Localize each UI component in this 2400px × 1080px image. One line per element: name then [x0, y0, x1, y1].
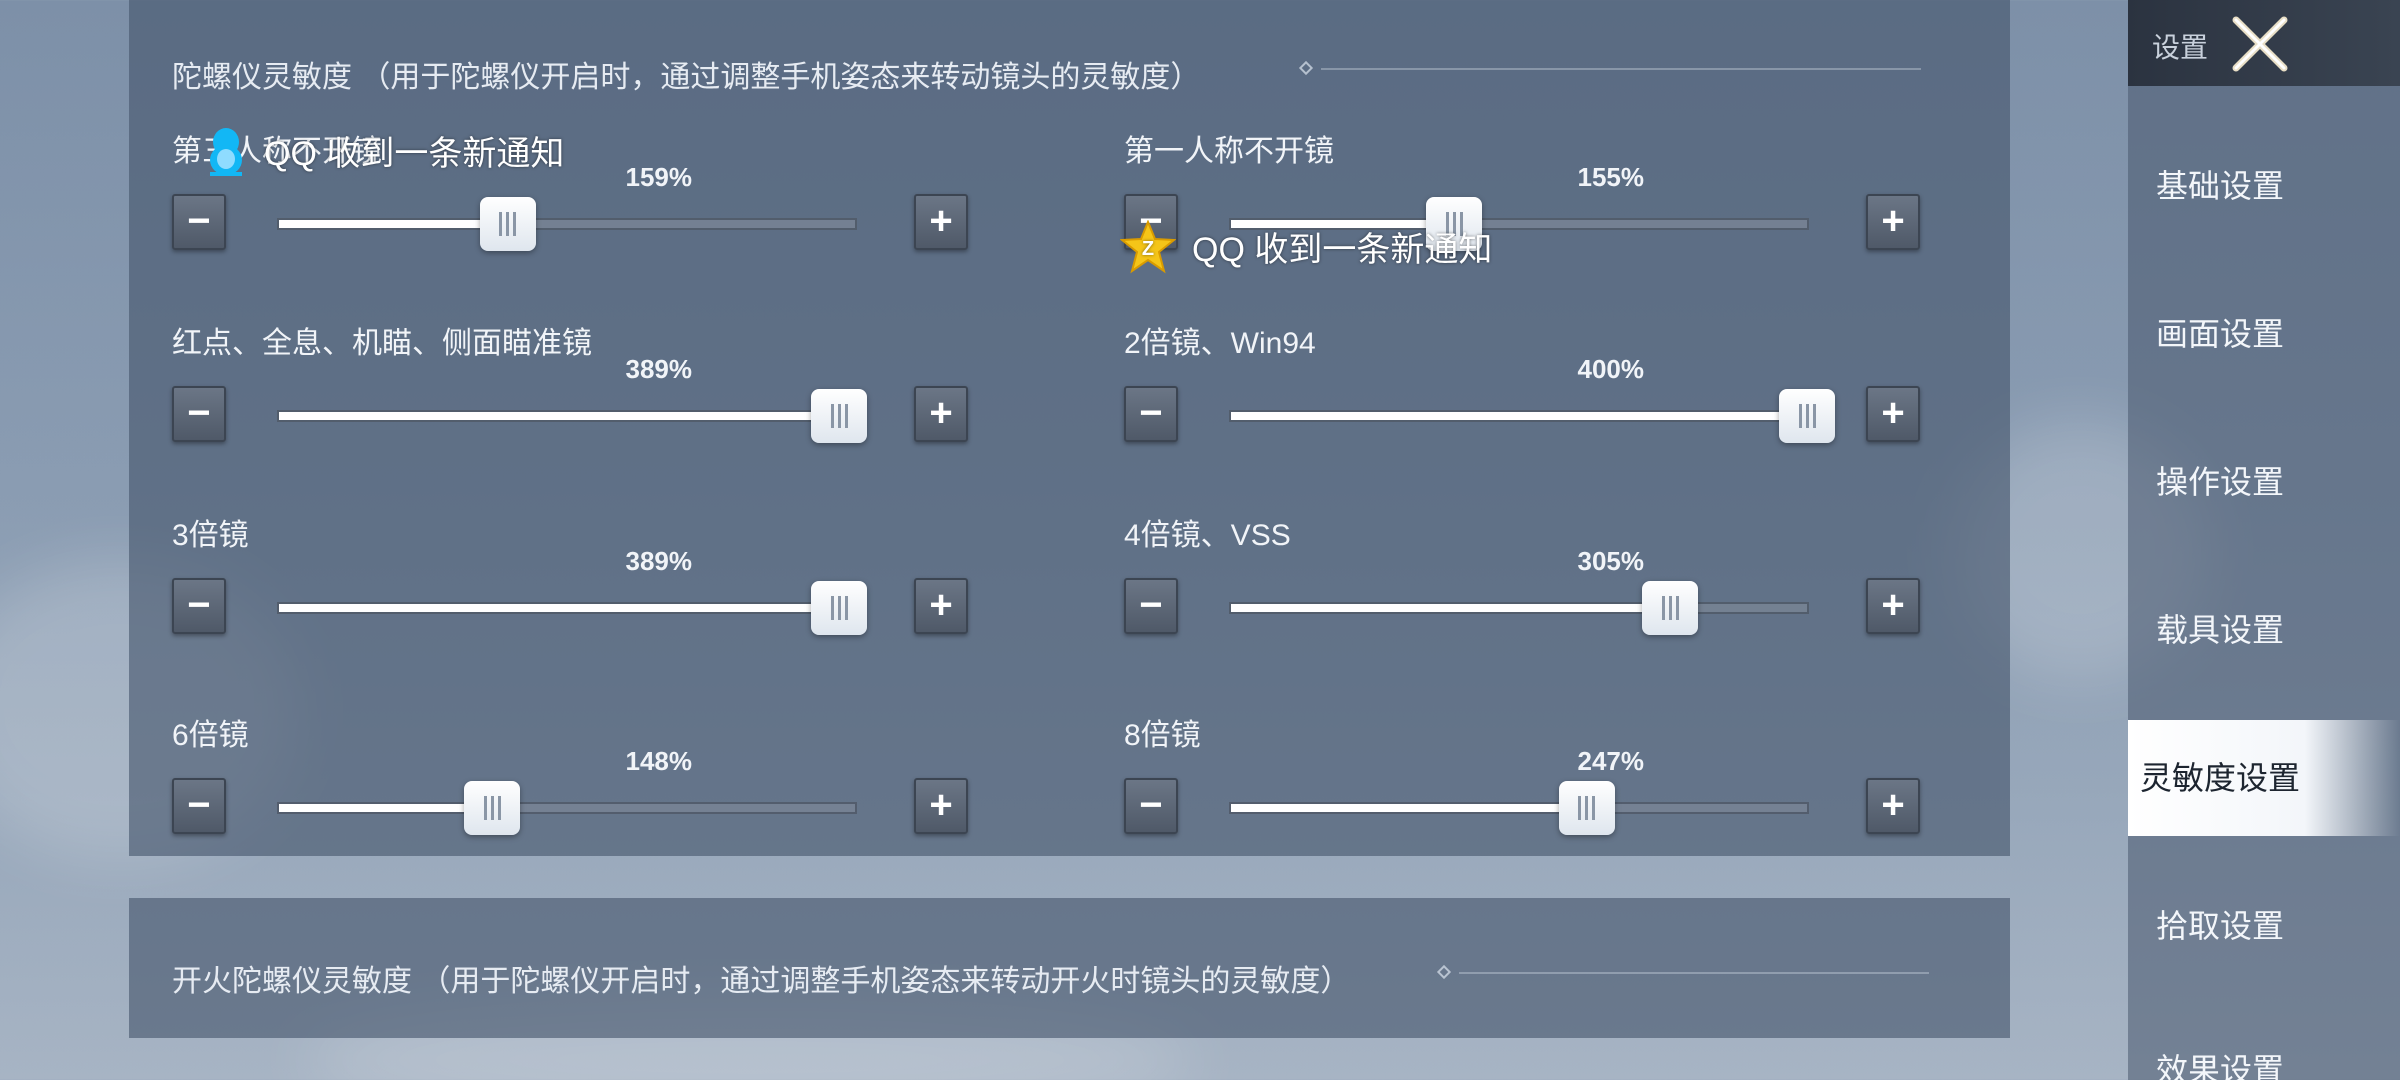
- settings-sidebar: 设置 基础设置 画面设置 操作设置 载具设置 灵敏度设置 拾取设置 效果设置: [2128, 0, 2400, 1080]
- slider-fill: [279, 220, 508, 228]
- slider-fill: [279, 804, 493, 812]
- increase-button[interactable]: +: [1866, 578, 1920, 634]
- setting-label: 2倍镜、Win94: [1124, 327, 1316, 360]
- settings-header-label: 设置: [2152, 32, 2209, 63]
- slider-thumb[interactable]: [811, 581, 868, 635]
- slider-fill: [279, 412, 840, 420]
- slider-thumb[interactable]: [811, 389, 868, 443]
- decrease-button[interactable]: −: [172, 778, 226, 834]
- decrease-button[interactable]: −: [1124, 778, 1178, 834]
- sidebar-header: 设置: [2128, 0, 2400, 86]
- title-diamond-icon: [1436, 964, 1452, 980]
- slider-track[interactable]: [1229, 389, 1835, 443]
- decrease-button[interactable]: −: [172, 194, 226, 250]
- fire-gyro-section-title: 开火陀螺仪灵敏度 （用于陀螺仪开启时，通过调整手机姿态来转动开火时镜头的灵敏度）: [172, 965, 1351, 998]
- title-divider: [1459, 972, 1929, 974]
- decrease-button[interactable]: −: [172, 578, 226, 634]
- sidebar-item-controls[interactable]: 操作设置: [2128, 424, 2400, 540]
- slider-fill: [1231, 604, 1671, 612]
- title-diamond-icon: [1298, 60, 1314, 76]
- setting-label: 3倍镜: [172, 519, 249, 552]
- sidebar-item-graphics[interactable]: 画面设置: [2128, 276, 2400, 392]
- decrease-button[interactable]: −: [1124, 386, 1178, 442]
- increase-button[interactable]: +: [914, 386, 968, 442]
- increase-button[interactable]: +: [1866, 778, 1920, 834]
- close-icon[interactable]: [2228, 12, 2292, 76]
- title-divider: [1321, 68, 1921, 70]
- slider-fill: [1231, 804, 1587, 812]
- increase-button[interactable]: +: [1866, 386, 1920, 442]
- sidebar-item-basic[interactable]: 基础设置: [2128, 128, 2400, 244]
- setting-4x-vss: 4倍镜、VSS 305% − +: [1124, 510, 1924, 660]
- notification-text: QQ 收到一条新通知: [1192, 231, 1493, 269]
- slider-track[interactable]: [1229, 581, 1809, 635]
- notification-text: QQ 收到一条新通知: [264, 135, 565, 173]
- setting-3x-scope: 3倍镜 389% − +: [172, 510, 972, 660]
- qzone-star-icon: Z: [1120, 220, 1176, 274]
- sidebar-item-sensitivity[interactable]: 灵敏度设置: [2128, 720, 2400, 836]
- slider-track[interactable]: [277, 781, 857, 835]
- slider-thumb[interactable]: [464, 781, 521, 835]
- setting-label: 8倍镜: [1124, 719, 1201, 752]
- gyro-section-title: 陀螺仪灵敏度 （用于陀螺仪开启时，通过调整手机姿态来转动镜头的灵敏度）: [172, 61, 1201, 94]
- setting-percent: 159%: [625, 162, 693, 192]
- decrease-button[interactable]: −: [172, 386, 226, 442]
- setting-percent: 305%: [1577, 546, 1645, 576]
- slider-track[interactable]: [1229, 781, 1809, 835]
- setting-percent: 389%: [625, 546, 693, 576]
- slider-thumb[interactable]: [1642, 581, 1699, 635]
- slider-track[interactable]: [277, 581, 868, 635]
- setting-percent: 400%: [1577, 354, 1645, 384]
- slider-thumb[interactable]: [1779, 389, 1835, 443]
- slider-track[interactable]: [277, 197, 857, 251]
- increase-button[interactable]: +: [1866, 194, 1920, 250]
- increase-button[interactable]: +: [914, 778, 968, 834]
- setting-label: 6倍镜: [172, 719, 249, 752]
- setting-label: 第一人称不开镜: [1124, 135, 1334, 168]
- sidebar-item-vehicle[interactable]: 载具设置: [2128, 572, 2400, 688]
- sidebar-item-pickup[interactable]: 拾取设置: [2128, 868, 2400, 984]
- setting-percent: 148%: [625, 746, 693, 776]
- increase-button[interactable]: +: [914, 194, 968, 250]
- setting-percent: 247%: [1577, 746, 1645, 776]
- slider-thumb[interactable]: [479, 197, 536, 251]
- setting-2x-win94: 2倍镜、Win94 400% − +: [1124, 318, 1924, 468]
- setting-red-dot-holo: 红点、全息、机瞄、侧面瞄准镜 389% − +: [172, 318, 972, 468]
- setting-label: 红点、全息、机瞄、侧面瞄准镜: [172, 327, 592, 360]
- slider-thumb[interactable]: [1558, 781, 1615, 835]
- fire-gyro-sensitivity-panel: 开火陀螺仪灵敏度 （用于陀螺仪开启时，通过调整手机姿态来转动开火时镜头的灵敏度）: [129, 898, 2010, 1038]
- svg-text:Z: Z: [1142, 238, 1154, 260]
- setting-percent: 389%: [625, 354, 693, 384]
- slider-fill: [1231, 412, 1807, 420]
- qq-penguin-icon: [210, 128, 242, 176]
- setting-label: 4倍镜、VSS: [1124, 519, 1291, 552]
- sidebar-item-effects[interactable]: 效果设置: [2128, 1012, 2400, 1080]
- slider-fill: [279, 604, 840, 612]
- slider-track[interactable]: [277, 389, 868, 443]
- setting-8x-scope: 8倍镜 247% − +: [1124, 710, 1924, 860]
- decrease-button[interactable]: −: [1124, 578, 1178, 634]
- setting-6x-scope: 6倍镜 148% − +: [172, 710, 972, 860]
- setting-percent: 155%: [1577, 162, 1645, 192]
- increase-button[interactable]: +: [914, 578, 968, 634]
